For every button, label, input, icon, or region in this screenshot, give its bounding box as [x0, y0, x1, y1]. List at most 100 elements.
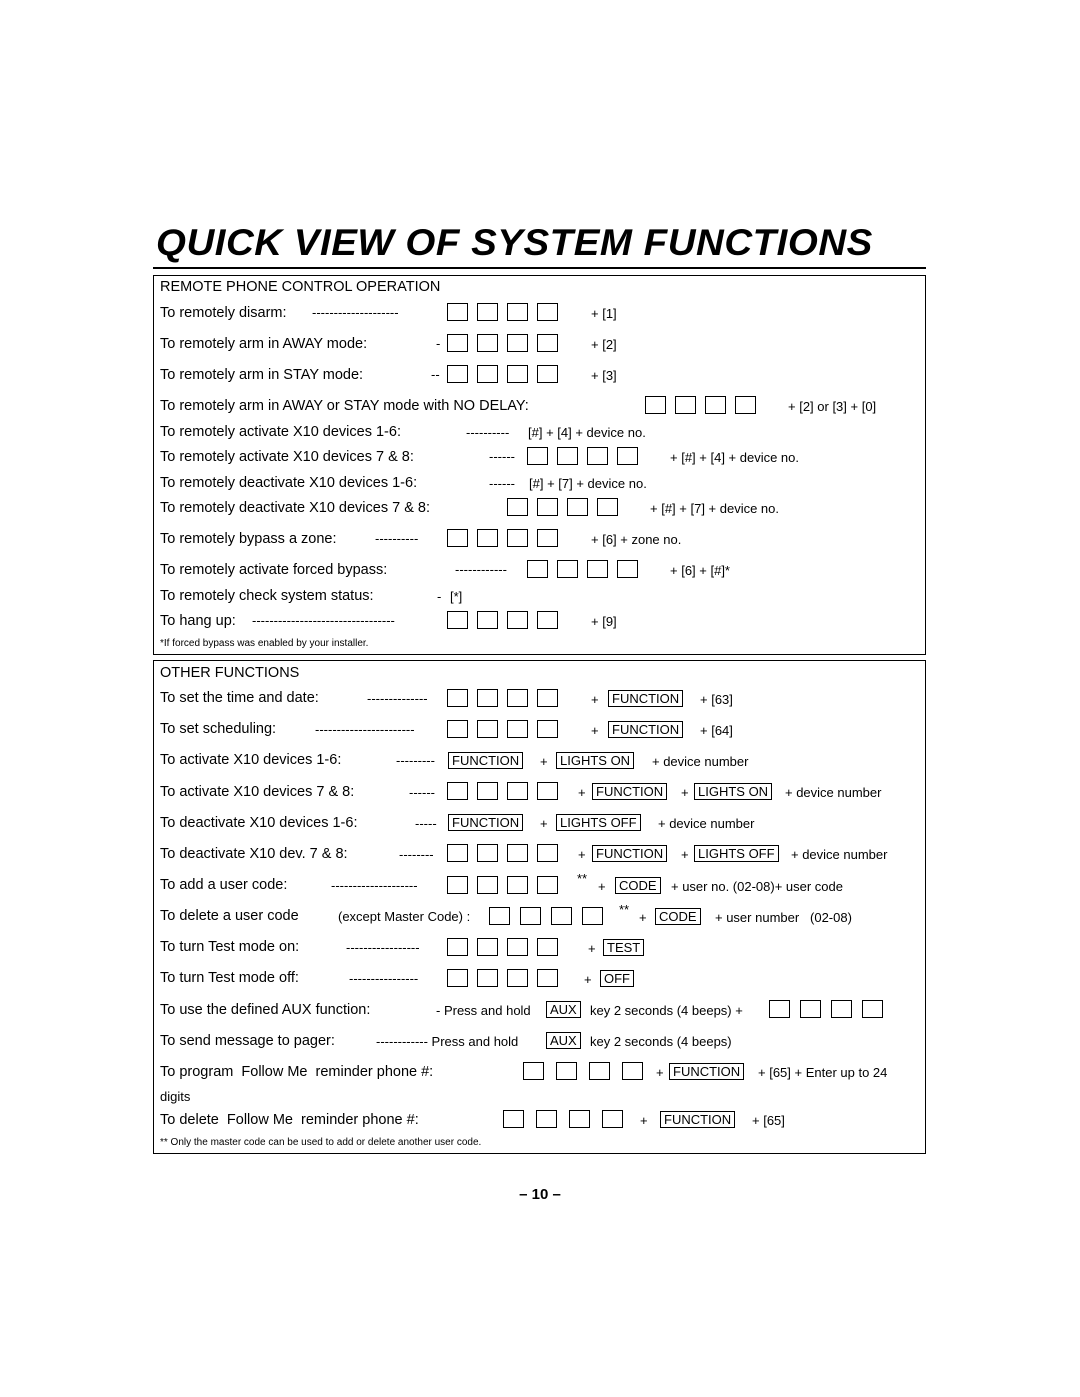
- code-key-boxes: [447, 334, 567, 352]
- master-code-note-marker: **: [619, 902, 630, 917]
- row-suffix: + [#] + [7] + device no.: [650, 501, 780, 516]
- code-key: CODE: [655, 908, 701, 926]
- row-label: To use the defined AUX function:: [160, 1002, 371, 1018]
- code-key-boxes: [503, 1110, 632, 1128]
- row-suffix: + [2]: [591, 337, 617, 352]
- row-suffix-wrap: digits: [160, 1089, 191, 1104]
- row-dashes: --: [431, 367, 440, 382]
- remote-section-header: REMOTE PHONE CONTROL OPERATION: [160, 279, 441, 295]
- row-suffix: + [9]: [591, 614, 617, 629]
- code-key-boxes: [447, 876, 567, 894]
- row-suffix: + [1]: [591, 306, 617, 321]
- function-key: FUNCTION: [608, 721, 684, 739]
- master-code-note-marker: **: [577, 871, 588, 886]
- row-suffix: + [64]: [700, 723, 733, 738]
- code-key-boxes: [447, 938, 567, 956]
- code-key-boxes: [489, 907, 612, 925]
- plus-sign: +: [578, 847, 586, 862]
- lights-on-key: LIGHTS ON: [694, 783, 773, 801]
- row-pre: ------------ Press and hold: [376, 1034, 519, 1049]
- row-dashes: ----------------: [349, 971, 419, 986]
- code-key-boxes: [645, 396, 765, 414]
- row-dashes: --------------------: [312, 305, 399, 320]
- code-key-boxes: [527, 447, 647, 465]
- function-key: FUNCTION: [660, 1111, 736, 1129]
- lights-off-key: LIGHTS OFF: [556, 814, 641, 832]
- row-label: To remotely bypass a zone:: [160, 531, 337, 547]
- code-key-boxes: [507, 498, 627, 516]
- test-key: TEST: [603, 939, 645, 957]
- row-suffix: + [63]: [700, 692, 733, 707]
- row-label: To remotely arm in AWAY or STAY mode wit…: [160, 398, 529, 414]
- row-pre: - Press and hold: [436, 1003, 531, 1018]
- off-key: OFF: [600, 970, 634, 988]
- row-label: To delete a user code: [160, 908, 299, 924]
- plus-sign: +: [591, 692, 599, 707]
- row-label: To remotely deactivate X10 devices 7 & 8…: [160, 500, 431, 516]
- row-suffix: + [#] + [4] + device no.: [670, 450, 800, 465]
- row-dashes: ------: [409, 785, 435, 800]
- plus-sign: +: [588, 941, 596, 956]
- plus-sign: +: [584, 972, 592, 987]
- aux-key: AUX: [546, 1032, 581, 1050]
- code-key-boxes: [447, 844, 567, 862]
- lights-on-key: LIGHTS ON: [556, 752, 635, 770]
- row-suffix: + [6] + zone no.: [591, 532, 682, 547]
- row-suffix: + [2] or [3] + [0]: [788, 399, 877, 414]
- code-key-boxes: [447, 720, 567, 738]
- row-suffix: + user no. (02-08)+ user code: [671, 879, 843, 894]
- row-suffix: + device number: [791, 847, 888, 862]
- row-dashes: ------: [489, 476, 515, 491]
- code-key-boxes: [447, 303, 567, 321]
- row-label: To remotely activate X10 devices 1-6:: [160, 424, 401, 440]
- row-suffix: + [6] + [#]*: [670, 563, 730, 578]
- code-key-boxes: [447, 529, 567, 547]
- row-dashes: -----------------: [346, 940, 420, 955]
- other-section-header: OTHER FUNCTIONS: [160, 665, 300, 681]
- row-dashes: ----------: [466, 425, 510, 440]
- row-suffix: + device number: [658, 816, 755, 831]
- row-label: To set scheduling:: [160, 721, 277, 737]
- row-label: To activate X10 devices 1-6:: [160, 752, 342, 768]
- row-dashes: ---------------------------------: [252, 613, 395, 628]
- row-dashes: ---------: [396, 753, 435, 768]
- row-label: To add a user code:: [160, 877, 288, 893]
- plus-sign: +: [540, 816, 548, 831]
- code-key-boxes: [447, 611, 567, 629]
- row-dashes: -----------------------: [315, 722, 415, 737]
- plus-sign: +: [540, 754, 548, 769]
- row-suffix: + [65]: [752, 1113, 785, 1128]
- row-label: To delete Follow Me reminder phone #:: [160, 1112, 419, 1128]
- row-label: To activate X10 devices 7 & 8:: [160, 784, 355, 800]
- row-label: To remotely arm in AWAY mode:: [160, 336, 368, 352]
- row-dashes: --------------------: [331, 878, 418, 893]
- plus-sign: +: [578, 785, 586, 800]
- row-label: To remotely arm in STAY mode:: [160, 367, 364, 383]
- row-suffix: + user number (02-08): [715, 910, 852, 925]
- row-label: To deactivate X10 devices 1-6:: [160, 815, 358, 831]
- row-suffix: key 2 seconds (4 beeps) +: [590, 1003, 743, 1018]
- plus-sign: +: [591, 723, 599, 738]
- row-note: (except Master Code) :: [338, 909, 471, 924]
- lights-off-key: LIGHTS OFF: [694, 845, 779, 863]
- row-dashes: ----------: [375, 531, 419, 546]
- row-label: To remotely activate forced bypass:: [160, 562, 388, 578]
- row-suffix: [#] + [4] + device no.: [528, 425, 646, 440]
- row-dashes: -----: [415, 816, 437, 831]
- code-key-boxes: [447, 782, 567, 800]
- other-footnote: ** Only the master code can be used to a…: [160, 1137, 482, 1148]
- code-key-boxes: [447, 689, 567, 707]
- plus-sign: +: [681, 785, 689, 800]
- row-label: To deactivate X10 dev. 7 & 8:: [160, 846, 348, 862]
- function-key: FUNCTION: [448, 752, 524, 770]
- row-suffix: + device number: [652, 754, 749, 769]
- row-label: To hang up:: [160, 613, 236, 629]
- row-dashes: --------: [399, 847, 434, 862]
- row-suffix: + [65] + Enter up to 24: [758, 1065, 888, 1080]
- row-label: To turn Test mode on:: [160, 939, 300, 955]
- row-label: To remotely activate X10 devices 7 & 8:: [160, 449, 414, 465]
- plus-sign: +: [681, 847, 689, 862]
- row-suffix: + [3]: [591, 368, 617, 383]
- row-suffix: [#] + [7] + device no.: [529, 476, 647, 491]
- row-label: To remotely disarm:: [160, 305, 287, 321]
